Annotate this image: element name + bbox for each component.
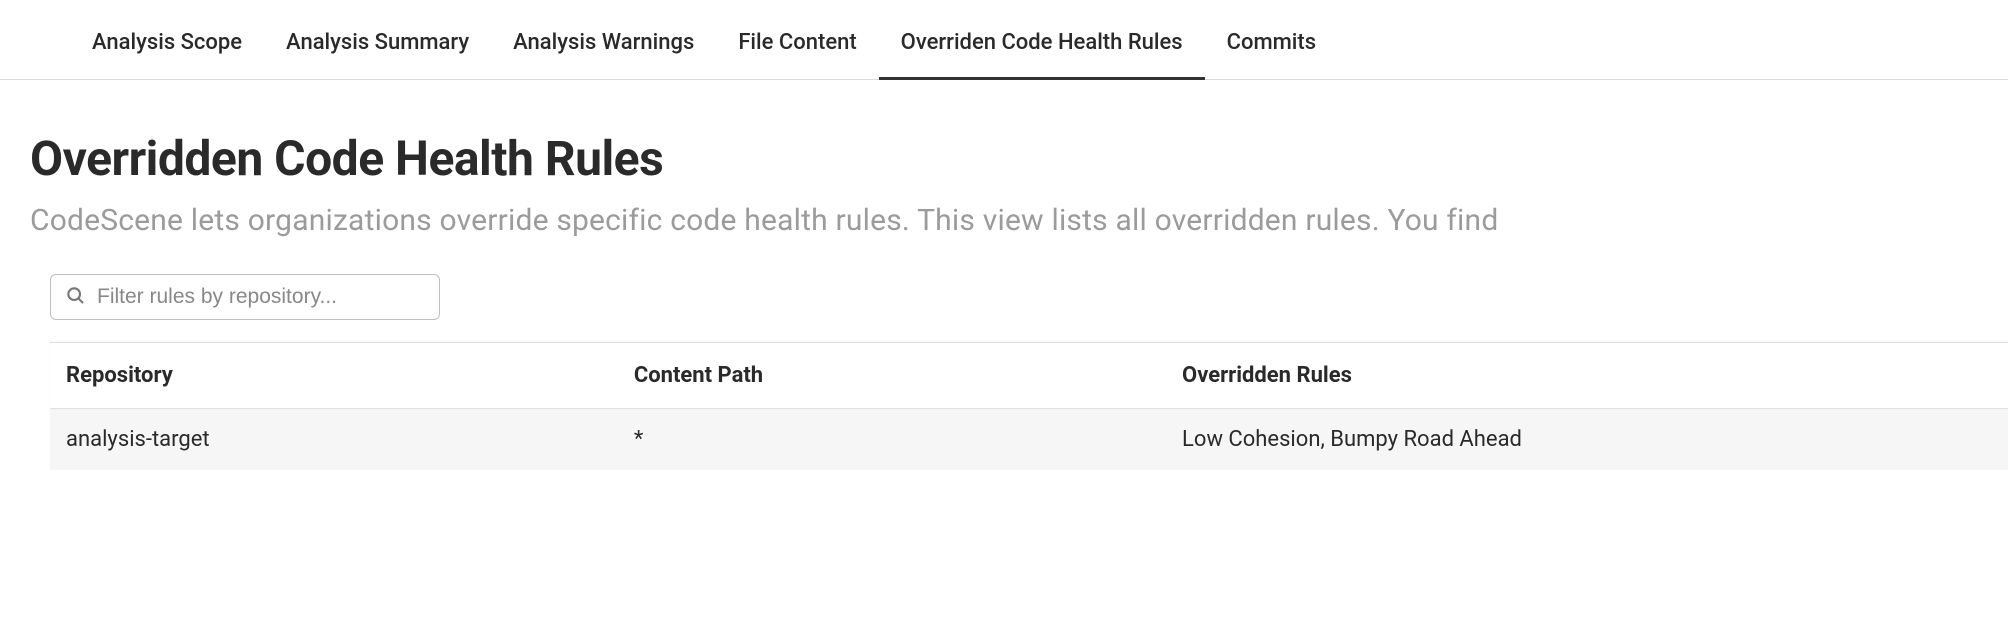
cell-repository: analysis-target — [50, 409, 618, 471]
table-header-row: Repository Content Path Overridden Rules — [50, 343, 2008, 409]
page-description: CodeScene lets organizations override sp… — [30, 203, 2008, 238]
tab-analysis-scope[interactable]: Analysis Scope — [70, 30, 264, 80]
search-icon — [65, 285, 85, 309]
table-wrapper: Repository Content Path Overridden Rules… — [30, 342, 2008, 470]
header-overridden-rules: Overridden Rules — [1166, 343, 2008, 409]
table-row[interactable]: analysis-target * Low Cohesion, Bumpy Ro… — [50, 409, 2008, 471]
page-title: Overridden Code Health Rules — [30, 130, 2008, 187]
tab-commits[interactable]: Commits — [1205, 30, 1338, 80]
tab-overridden-rules[interactable]: Overriden Code Health Rules — [879, 30, 1205, 80]
cell-overridden-rules: Low Cohesion, Bumpy Road Ahead — [1166, 409, 2008, 471]
filter-wrapper — [30, 274, 2008, 320]
tabs-navigation: Analysis Scope Analysis Summary Analysis… — [0, 0, 2008, 80]
main-content: Overridden Code Health Rules CodeScene l… — [0, 80, 2008, 470]
header-repository: Repository — [50, 343, 618, 409]
header-content-path: Content Path — [618, 343, 1166, 409]
cell-content-path: * — [618, 409, 1166, 471]
rules-table: Repository Content Path Overridden Rules… — [50, 342, 2008, 470]
tab-analysis-summary[interactable]: Analysis Summary — [264, 30, 491, 80]
tab-file-content[interactable]: File Content — [716, 30, 878, 80]
tab-analysis-warnings[interactable]: Analysis Warnings — [491, 30, 716, 80]
filter-box[interactable] — [50, 274, 440, 320]
filter-input[interactable] — [97, 285, 425, 309]
